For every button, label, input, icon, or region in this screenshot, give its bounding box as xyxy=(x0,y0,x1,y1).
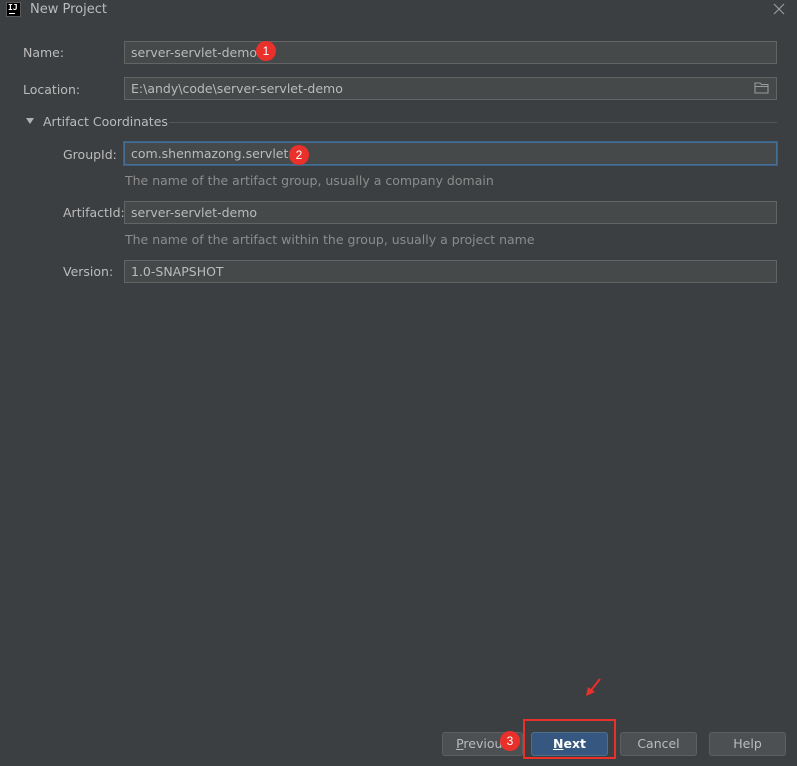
version-label: Version: xyxy=(63,264,114,279)
window-title: New Project xyxy=(30,2,107,17)
location-value: E:\andy\code\server-servlet-demo xyxy=(131,81,343,96)
folder-icon[interactable] xyxy=(754,81,770,95)
groupid-input[interactable]: com.shenmazong.servlet xyxy=(124,142,777,165)
location-label: Location: xyxy=(23,82,81,97)
location-input[interactable]: E:\andy\code\server-servlet-demo xyxy=(124,77,777,100)
triangle-down-icon xyxy=(26,118,34,124)
groupid-hint: The name of the artifact group, usually … xyxy=(125,173,494,188)
cancel-button[interactable]: Cancel xyxy=(620,732,697,756)
next-mnemonic: N xyxy=(553,736,564,751)
groupid-label: GroupId: xyxy=(63,147,117,162)
help-button[interactable]: Help xyxy=(709,732,786,756)
annotation-badge-2: 2 xyxy=(289,145,309,165)
artifactid-hint: The name of the artifact within the grou… xyxy=(125,232,535,247)
annotation-badge-1: 1 xyxy=(256,41,276,61)
new-project-dialog: IJ New Project Name: server-servlet-demo… xyxy=(0,0,797,766)
artifactid-input[interactable]: server-servlet-demo xyxy=(124,201,777,224)
version-input[interactable]: 1.0-SNAPSHOT xyxy=(124,260,777,283)
intellij-icon: IJ xyxy=(6,2,21,17)
annotation-badge-3: 3 xyxy=(500,731,520,751)
next-button[interactable]: Next xyxy=(531,732,608,756)
name-label: Name: xyxy=(23,45,65,60)
section-title: Artifact Coordinates xyxy=(43,114,168,129)
close-icon[interactable] xyxy=(771,1,787,17)
name-input[interactable]: server-servlet-demo xyxy=(124,41,777,64)
title-bar: IJ New Project xyxy=(0,0,797,20)
annotation-arrow-icon xyxy=(586,678,601,696)
artifactid-label: ArtifactId: xyxy=(63,205,125,220)
section-divider xyxy=(169,122,777,123)
next-label: ext xyxy=(563,736,586,751)
